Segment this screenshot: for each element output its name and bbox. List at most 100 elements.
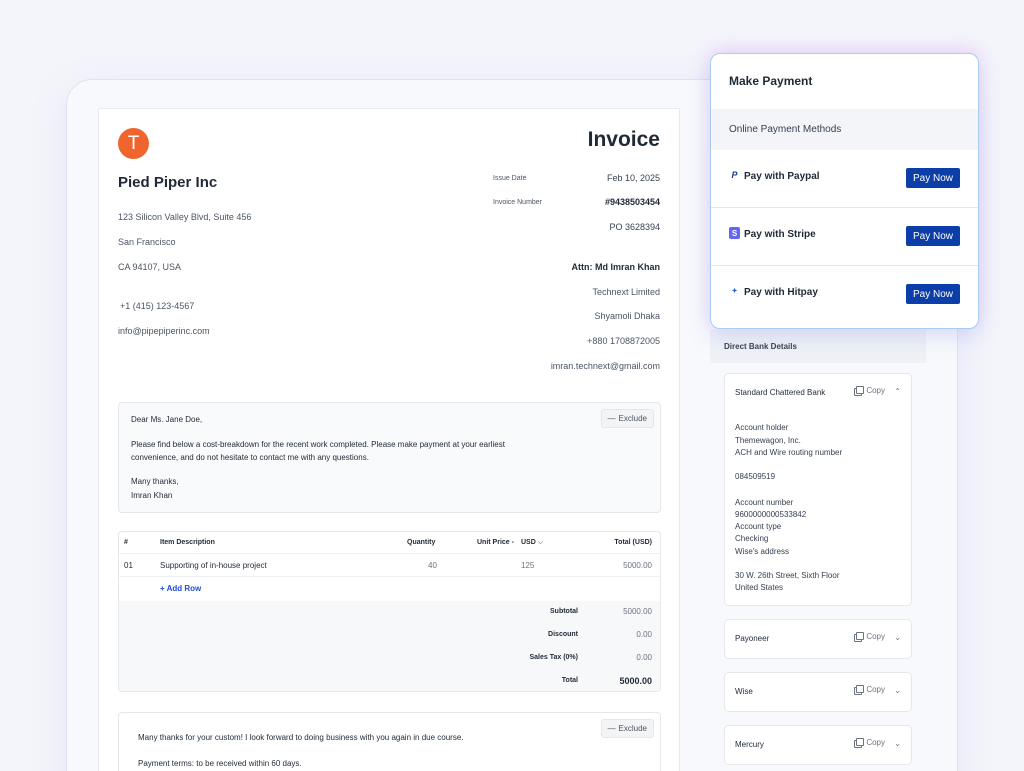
bank-detail-line: ACH and Wire routing number xyxy=(735,448,843,457)
online-methods-header: Online Payment Methods xyxy=(711,109,978,150)
invoice-document: T Invoice Pied Piper Inc 123 Silicon Val… xyxy=(98,108,680,771)
payment-method-stripe: S Pay with Stripe Pay Now xyxy=(711,208,978,266)
copy-button[interactable]: Copy xyxy=(854,685,885,695)
payment-method-label: Pay with Paypal xyxy=(744,171,820,182)
bank-name: Payoneer xyxy=(735,634,770,643)
chevron-down-icon[interactable]: ⌄ xyxy=(894,686,901,695)
chevron-down-icon[interactable]: ⌄ xyxy=(894,633,901,642)
bank-detail-line: Account holder xyxy=(735,423,789,432)
payment-method-hitpay: ✦ Pay with Hitpay Pay Now xyxy=(711,266,978,324)
make-payment-card: Make Payment Online Payment Methods P Pa… xyxy=(710,53,979,329)
pay-now-stripe-button[interactable]: Pay Now xyxy=(906,226,960,246)
bank-detail-line: 30 W. 26th Street, Sixth Floor xyxy=(735,571,840,580)
from-address-line: 123 Silicon Valley Blvd, Suite 456 xyxy=(118,212,252,222)
copy-icon xyxy=(854,738,865,748)
totals-section: Subtotal 5000.00 Discount 0.00 Sales Tax… xyxy=(119,601,660,691)
total-row: Total 5000.00 xyxy=(119,670,660,691)
table-row[interactable]: 01 Supporting of in-house project 40 125… xyxy=(119,554,660,577)
pay-now-paypal-button[interactable]: Pay Now xyxy=(906,168,960,188)
copy-icon xyxy=(854,685,865,695)
pay-now-hitpay-button[interactable]: Pay Now xyxy=(906,284,960,304)
footer-note[interactable]: — Exclude Many thanks for your custom! I … xyxy=(118,712,661,771)
payment-terms: Payment terms: to be received within 60 … xyxy=(138,759,302,768)
tax-row: Sales Tax (0%) 0.00 xyxy=(119,647,660,670)
row-total: 5000.00 xyxy=(623,561,652,570)
copy-icon xyxy=(854,632,865,642)
bank-card-mercury[interactable]: Mercury Copy ⌄ xyxy=(724,725,912,765)
bank-name: Wise xyxy=(735,687,753,696)
payment-method-label: Pay with Hitpay xyxy=(744,287,818,298)
copy-button[interactable]: Copy xyxy=(854,632,885,642)
po-number: PO 3628394 xyxy=(609,222,660,232)
minus-icon: — xyxy=(607,414,616,423)
exclude-button[interactable]: — Exclude xyxy=(600,409,654,428)
copy-icon xyxy=(854,386,865,396)
payment-method-label: Pay with Stripe xyxy=(744,229,816,240)
bank-detail-line: Themewagon, Inc. xyxy=(735,436,801,445)
bank-name: Standard Chattered Bank xyxy=(735,388,826,397)
bank-detail-line: 9600000000533842 xyxy=(735,510,807,519)
subtotal-row: Subtotal 5000.00 xyxy=(119,601,660,624)
invoice-number-label: Invoice Number xyxy=(493,199,543,206)
intro-note[interactable]: — Exclude Dear Ms. Jane Doe, Please find … xyxy=(118,402,661,513)
subtotal-value: 5000.00 xyxy=(623,607,652,616)
issue-date: Feb 10, 2025 xyxy=(606,173,660,183)
note-body: convenience, and do not hesitate to cont… xyxy=(131,453,369,462)
exclude-button[interactable]: — Exclude xyxy=(600,719,654,738)
note-greeting: Dear Ms. Jane Doe, xyxy=(131,415,203,424)
col-quantity: Quantity xyxy=(407,539,436,546)
from-phone: +1 (415) 123-4567 xyxy=(120,301,195,311)
discount-value[interactable]: 0.00 xyxy=(636,630,652,639)
minus-icon: — xyxy=(607,724,616,733)
col-description: Item Description xyxy=(160,539,215,546)
company-name: Pied Piper Inc xyxy=(118,174,218,191)
tax-label: Sales Tax (0%) xyxy=(529,654,578,661)
chevron-down-icon[interactable]: ⌄ xyxy=(894,739,901,748)
attn-line: Attn: Md Imran Khan xyxy=(571,262,661,272)
make-payment-title: Make Payment xyxy=(729,74,813,88)
total-value: 5000.00 xyxy=(619,676,652,686)
tax-value[interactable]: 0.00 xyxy=(636,653,652,662)
bank-detail-line: Account type xyxy=(735,522,782,531)
note-body: Please find below a cost-breakdown for t… xyxy=(131,440,505,449)
bank-card-wise[interactable]: Wise Copy ⌄ xyxy=(724,672,912,712)
copy-button[interactable]: Copy xyxy=(854,386,885,396)
issue-date-label: Issue Date xyxy=(493,175,527,182)
bank-card-payoneer[interactable]: Payoneer Copy ⌄ xyxy=(724,619,912,659)
bank-detail-line: 084509519 xyxy=(735,472,776,481)
bank-name: Mercury xyxy=(735,740,764,749)
col-num: # xyxy=(124,539,128,546)
bank-card-header[interactable]: Standard Chattered Bank Copy ⌃ xyxy=(725,374,911,411)
currency-select[interactable]: USD ⌵ xyxy=(521,539,543,547)
bank-section-header: Direct Bank Details xyxy=(710,330,926,363)
discount-row: Discount 0.00 xyxy=(119,624,660,647)
plus-icon: + xyxy=(160,584,167,593)
to-address-line: Technext Limited xyxy=(592,287,660,297)
to-email: imran.technext@gmail.com xyxy=(550,361,660,371)
note-thanks: Many thanks, xyxy=(131,477,179,486)
invoice-number: #9438503454 xyxy=(604,197,660,207)
row-unit-price[interactable]: 125 xyxy=(521,561,534,570)
payment-method-paypal: P Pay with Paypal Pay Now xyxy=(711,150,978,208)
table-header: # Item Description Quantity Unit Price -… xyxy=(119,532,660,554)
invoice-title: Invoice xyxy=(587,128,660,151)
note-signature: Imran Khan xyxy=(131,491,173,500)
from-address-line: San Francisco xyxy=(118,237,176,247)
bank-detail-line: Account number xyxy=(735,498,794,507)
bank-detail-line: Wise's address xyxy=(735,547,789,556)
chevron-up-icon[interactable]: ⌃ xyxy=(894,387,901,396)
col-unit-price: Unit Price - xyxy=(477,539,514,546)
copy-button[interactable]: Copy xyxy=(854,738,885,748)
chevron-down-icon: ⌵ xyxy=(537,539,544,546)
bank-detail-line: Checking xyxy=(735,534,769,543)
hitpay-icon: ✦ xyxy=(731,288,738,295)
row-quantity[interactable]: 40 xyxy=(428,561,437,570)
subtotal-label: Subtotal xyxy=(550,608,578,615)
add-row-button[interactable]: + Add Row xyxy=(160,584,201,593)
to-address-line: Shyamoli Dhaka xyxy=(594,311,660,321)
footer-thanks: Many thanks for your custom! I look forw… xyxy=(138,733,464,742)
bank-card-standard-chartered[interactable]: Standard Chattered Bank Copy ⌃ Account h… xyxy=(724,373,912,606)
row-num: 01 xyxy=(124,561,133,570)
paypal-icon: P xyxy=(731,170,738,180)
row-description[interactable]: Supporting of in-house project xyxy=(160,561,267,570)
